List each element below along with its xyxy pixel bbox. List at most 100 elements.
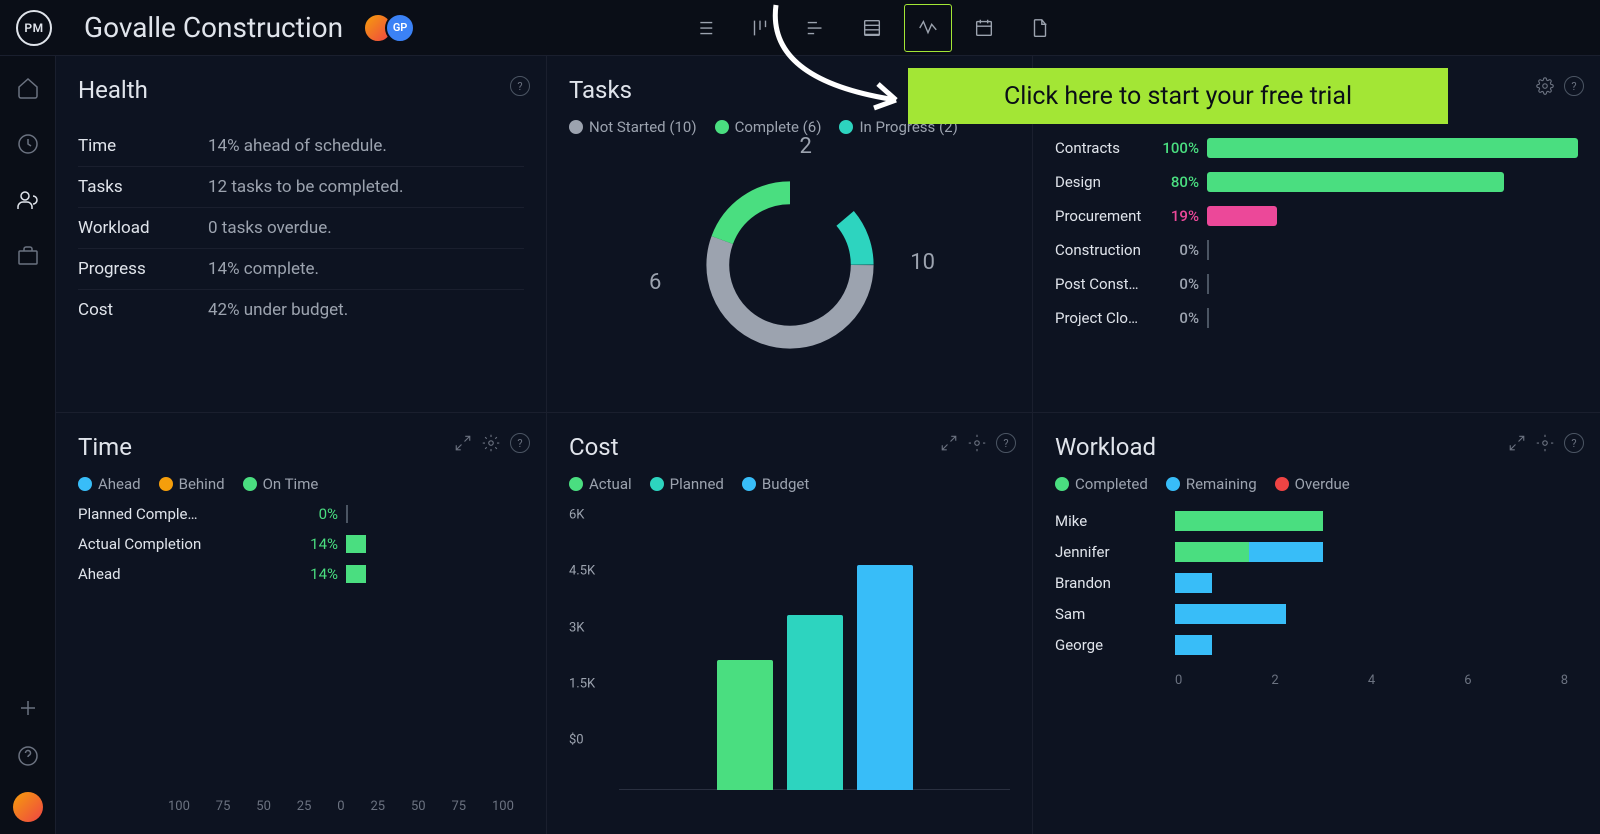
legend-item: Ahead	[78, 475, 141, 493]
topbar: PM Govalle Construction GP	[0, 0, 1600, 56]
legend-item: Actual	[569, 475, 632, 493]
help-icon[interactable]	[16, 744, 40, 768]
legend-label: Completed	[1075, 475, 1148, 493]
gear-icon[interactable]	[968, 434, 986, 452]
health-row: Cost 42% under budget.	[78, 290, 524, 330]
progress-label: Procurement	[1055, 207, 1145, 225]
axis: 1007550250255075100	[78, 799, 524, 814]
progress-percent: 0%	[1153, 241, 1199, 259]
workload-segment	[1249, 542, 1323, 562]
time-row: Actual Completion 14%	[78, 535, 524, 553]
time-card: Time ? Ahead Behind On Time Planned Comp…	[56, 413, 546, 834]
tasks-donut-chart: 2 6 10	[569, 138, 1010, 392]
view-file-icon[interactable]	[1016, 4, 1064, 52]
help-icon[interactable]: ?	[510, 76, 530, 96]
axis-tick: 100	[168, 799, 190, 814]
view-calendar-icon[interactable]	[960, 4, 1008, 52]
app-logo[interactable]: PM	[16, 10, 52, 46]
workload-segment	[1175, 635, 1212, 655]
legend-item: Planned	[650, 475, 724, 493]
health-label: Tasks	[78, 177, 208, 197]
time-row: Planned Comple… 0%	[78, 505, 524, 523]
legend: Ahead Behind On Time	[78, 475, 524, 493]
progress-bar	[1207, 206, 1578, 226]
view-board-icon[interactable]	[736, 4, 784, 52]
axis-tick: 6	[1464, 673, 1471, 688]
view-dashboard-icon[interactable]	[904, 4, 952, 52]
workload-segment	[1175, 604, 1286, 624]
legend-item: Behind	[159, 475, 225, 493]
health-value: 14% complete.	[208, 259, 319, 279]
axis-tick: 50	[411, 799, 426, 814]
axis-tick: 25	[297, 799, 312, 814]
progress-bar	[1207, 240, 1578, 260]
help-icon[interactable]: ?	[996, 433, 1016, 453]
legend-dot	[569, 120, 583, 134]
team-icon[interactable]	[16, 188, 40, 212]
expand-icon[interactable]	[1508, 434, 1526, 452]
health-row: Progress 14% complete.	[78, 249, 524, 290]
axis-tick: 0	[337, 799, 344, 814]
legend-item: Remaining	[1166, 475, 1257, 493]
axis-tick: 75	[451, 799, 466, 814]
gear-icon[interactable]	[482, 434, 500, 452]
help-icon[interactable]: ?	[1564, 433, 1584, 453]
card-title: Health	[78, 76, 524, 104]
health-row: Tasks 12 tasks to be completed.	[78, 167, 524, 208]
help-icon[interactable]: ?	[1564, 76, 1584, 96]
avatar-group[interactable]: GP	[363, 13, 415, 43]
axis-label: 1.5K	[569, 676, 595, 691]
cost-bar	[717, 660, 773, 791]
project-title: Govalle Construction	[84, 11, 343, 44]
cta-banner[interactable]: Click here to start your free trial	[908, 68, 1448, 124]
workload-segment	[1175, 511, 1323, 531]
workload-bar	[1175, 542, 1323, 562]
cost-bar	[857, 565, 913, 790]
health-label: Cost	[78, 300, 208, 320]
workload-segment	[1175, 573, 1212, 593]
axis-label: 3K	[569, 620, 584, 635]
time-label: Ahead	[78, 565, 288, 583]
briefcase-icon[interactable]	[16, 244, 40, 268]
axis-tick: 0	[1175, 673, 1182, 688]
progress-percent: 0%	[1153, 309, 1199, 327]
cost-card: Cost ? Actual Planned Budget 6K4.5K3K1.5…	[547, 413, 1032, 834]
expand-icon[interactable]	[454, 434, 472, 452]
help-icon[interactable]: ?	[510, 433, 530, 453]
time-percent: 0%	[288, 505, 338, 523]
expand-icon[interactable]	[940, 434, 958, 452]
gear-icon[interactable]	[1536, 77, 1554, 95]
axis: 02468	[1175, 673, 1578, 688]
axis-tick: 50	[256, 799, 271, 814]
progress-percent: 80%	[1153, 173, 1199, 191]
home-icon[interactable]	[16, 76, 40, 100]
health-value: 0 tasks overdue.	[208, 218, 332, 238]
progress-label: Construction	[1055, 241, 1145, 259]
view-gantt-icon[interactable]	[792, 4, 840, 52]
health-row: Time 14% ahead of schedule.	[78, 126, 524, 167]
view-sheet-icon[interactable]	[848, 4, 896, 52]
time-label: Actual Completion	[78, 535, 288, 553]
health-label: Progress	[78, 259, 208, 279]
progress-label: Project Clo…	[1055, 309, 1145, 327]
workload-label: Jennifer	[1055, 543, 1175, 561]
time-label: Planned Comple…	[78, 505, 288, 523]
legend-dot	[742, 477, 756, 491]
user-avatar[interactable]	[13, 792, 43, 822]
legend-dot	[243, 477, 257, 491]
axis-label: $0	[569, 733, 584, 748]
progress-percent: 0%	[1153, 275, 1199, 293]
gear-icon[interactable]	[1536, 434, 1554, 452]
clock-icon[interactable]	[16, 132, 40, 156]
time-percent: 14%	[288, 565, 338, 583]
view-list-icon[interactable]	[680, 4, 728, 52]
axis-label: 4.5K	[569, 564, 595, 579]
axis-tick: 2	[1271, 673, 1278, 688]
avatar[interactable]: GP	[385, 13, 415, 43]
workload-label: Sam	[1055, 605, 1175, 623]
progress-bar	[1207, 274, 1578, 294]
health-value: 14% ahead of schedule.	[208, 136, 387, 156]
plus-icon[interactable]	[16, 696, 40, 720]
time-percent: 14%	[288, 535, 338, 553]
legend-dot	[715, 120, 729, 134]
